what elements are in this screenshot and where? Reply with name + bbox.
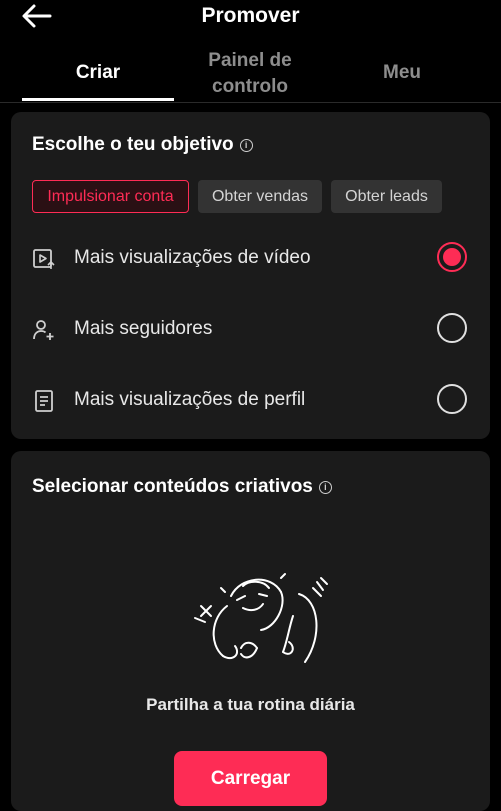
chip-impulsionar-conta[interactable]: Impulsionar conta [32,180,189,213]
creative-heading: Selecionar conteúdos criativos i [32,476,332,498]
tab-meu[interactable]: Meu [326,62,478,84]
tab-bar: Criar Painel de controlo Meu [0,44,501,103]
tab-criar[interactable]: Criar [22,62,174,84]
header: Promover [0,0,501,34]
option-followers[interactable]: Mais seguidores [11,306,490,354]
tab-painel-de-controlo[interactable]: Painel de controlo [174,48,326,100]
objective-card: Escolhe o teu objetivo i Impulsionar cont… [11,112,490,439]
radio-unselected[interactable] [437,313,467,343]
option-label: Mais visualizações de perfil [74,389,306,410]
profile-document-icon [35,390,53,412]
info-icon[interactable]: i [318,481,332,494]
chip-obter-vendas[interactable]: Obter vendas [198,180,322,213]
active-tab-indicator [22,98,174,101]
option-label: Mais visualizações de vídeo [74,247,311,268]
objective-title: Escolhe o teu objetivo [32,134,234,155]
chip-obter-leads[interactable]: Obter leads [331,180,442,213]
upload-button[interactable]: Carregar [174,751,327,806]
radio-unselected[interactable] [437,384,467,414]
doodle-illustration [194,573,328,663]
info-icon[interactable]: i [239,139,253,152]
objective-heading: Escolhe o teu objetivo i [32,134,253,156]
page-title: Promover [201,4,300,27]
creative-card: Selecionar conteúdos criativos i Partilha… [11,451,490,811]
radio-selected[interactable] [437,242,467,272]
add-person-icon [33,320,54,340]
creative-title: Selecionar conteúdos criativos [32,476,313,497]
video-play-icon [33,249,55,269]
option-label: Mais seguidores [74,318,213,339]
option-profile-views[interactable]: Mais visualizações de perfil [11,377,490,425]
empty-state-text: Partilha a tua rotina diária [146,695,355,714]
option-video-views[interactable]: Mais visualizações de vídeo [11,235,490,283]
